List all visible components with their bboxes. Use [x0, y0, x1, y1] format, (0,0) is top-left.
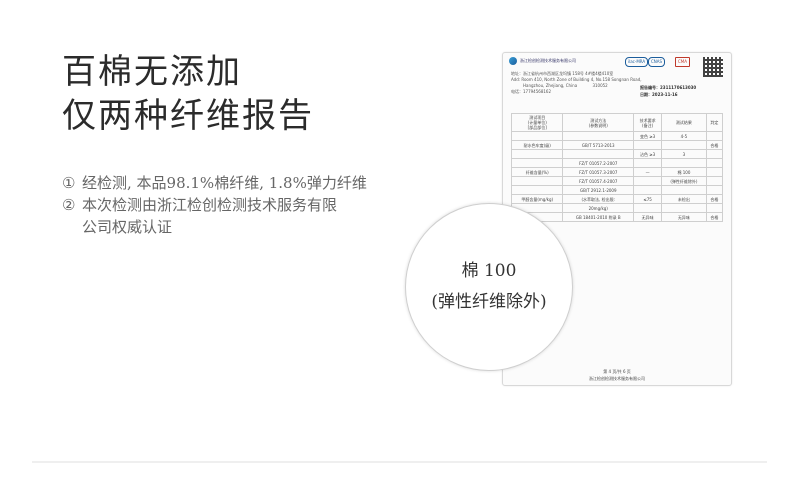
report-table-cell: 无异味: [661, 212, 707, 222]
report-table-cell: 变色 ≥3: [633, 131, 663, 141]
note-number: ②: [62, 196, 76, 214]
note-item: 公司权威认证: [62, 216, 367, 238]
report-table-cell: [705, 185, 724, 195]
report-table-cell: [633, 185, 663, 195]
report-table-cell: ≤75: [633, 194, 663, 204]
report-table-cell: [510, 149, 564, 159]
qr-code-icon: [703, 57, 723, 77]
page-title: 百棉无添加 仅两种纤维报告: [62, 50, 314, 138]
report-table-row: 甲醛含量(mg/kg) (水萃取法, 检出限: ≤75 未检出 合格: [510, 194, 724, 204]
title-line-2: 仅两种纤维报告: [62, 96, 314, 136]
bottom-divider: [32, 461, 767, 463]
cma-icon: CMA: [675, 57, 690, 67]
report-table-cell: [562, 149, 635, 159]
report-address-cn: 地址：浙江省杭州市西湖区龙坞镇 158号 4#楼4楼410室: [511, 71, 614, 76]
report-table-cell: 4-5: [661, 131, 707, 141]
report-table-row: FZ/T 01057.2-2007: [510, 158, 724, 168]
report-header-cell: 测试结果: [661, 113, 707, 132]
report-address-city: Hangzhou, Zhejiang, China: [523, 83, 578, 88]
report-table-row: 耐水色牢度(级) GB/T 5713-2013 合格: [510, 140, 724, 150]
report-table-cell: 合格: [705, 212, 724, 222]
report-table-cell: GB/T 2912.1-2009: [562, 185, 635, 195]
report-table: 测试项目 (计量单位) [部品部位] 测试方法 (参数说明) 技术要求 (备注) 测试…: [510, 113, 724, 222]
report-table-row: FZ/T 01057.4-2007 (弹性纤维除外): [510, 176, 724, 186]
report-footer-org: 浙江检创检测技术服务有限公司: [589, 376, 645, 381]
note-text: 公司权威认证: [82, 218, 173, 236]
report-table-cell: 沾色 ≥3: [633, 149, 663, 159]
report-header-cell: 技术要求 (备注): [633, 113, 663, 132]
report-table-cell: [705, 203, 724, 213]
note-number: ①: [62, 174, 76, 192]
report-table-cell: [633, 140, 663, 150]
report-table-cell: [562, 131, 635, 141]
report-table-cell: 耐水色牢度(级): [510, 140, 564, 150]
report-table-cell: FZ/T 01057.4-2007: [562, 176, 635, 186]
report-table-row: 纤维含量(%) FZ/T 01057.3-2007— 棉 100: [510, 167, 724, 177]
fiber-content-badge: 棉 100 (弹性纤维除外): [405, 203, 573, 371]
report-header-cell: 测试项目 (计量单位) [部品部位]: [510, 113, 564, 132]
report-table-cell: [661, 185, 707, 195]
report-table-cell: GB/T 5713-2013: [562, 140, 635, 150]
report-table-cell: [661, 203, 707, 213]
badge-line-1: 棉 100: [461, 261, 517, 281]
report-table-cell: FZ/T 01057.3-2007: [562, 167, 635, 177]
note-item: ② 本次检测由浙江检创检测技术服务有限: [62, 194, 367, 216]
report-table-cell: 未检出: [661, 194, 707, 204]
report-table-row: 变色 ≥3 4-5: [510, 131, 724, 141]
report-table-cell: 合格: [705, 194, 724, 204]
report-table-cell: 20mg/kg): [562, 203, 635, 213]
report-table-cell: [633, 176, 663, 186]
report-table-cell: 无异味: [633, 212, 663, 222]
report-table-row: GB 18401-2010 附录 B 无异味 无异味 合格: [510, 212, 724, 222]
report-table-cell: 3: [661, 149, 707, 159]
report-table-row: 沾色 ≥3 3: [510, 149, 724, 159]
report-table-cell: [661, 140, 707, 150]
report-table-cell: FZ/T 01057.2-2007: [562, 158, 635, 168]
report-table-row: GB/T 2912.1-2009: [510, 185, 724, 195]
report-table-cell: [661, 158, 707, 168]
ilac-mra-icon: ilac-MRA: [625, 57, 649, 67]
report-table-cell: [633, 203, 663, 213]
report-table-cell: (弹性纤维除外): [661, 176, 707, 186]
notes-list: ① 经检测, 本品98.1%棉纤维, 1.8%弹力纤维 ② 本次检测由浙江检创检…: [62, 172, 367, 238]
report-table-cell: [510, 185, 564, 195]
org-logo-icon: [509, 57, 517, 65]
title-line-1: 百棉无添加: [62, 52, 242, 92]
report-table-cell: [510, 158, 564, 168]
report-table-cell: [705, 158, 724, 168]
report-table-cell: 棉 100: [661, 167, 707, 177]
note-item: ① 经检测, 本品98.1%棉纤维, 1.8%弹力纤维: [62, 172, 367, 194]
report-table-cell: [510, 176, 564, 186]
report-table-header: 测试项目 (计量单位) [部品部位] 测试方法 (参数说明) 技术要求 (备注) 测试…: [510, 113, 724, 132]
report-org-name: 浙江检创检测技术服务有限公司: [520, 58, 576, 63]
report-footer-page: 第 4 页/共 6 页: [603, 369, 631, 374]
report-table-cell: 甲醛含量(mg/kg): [510, 194, 564, 204]
report-table-cell: [705, 149, 724, 159]
report-table-cell: —: [633, 167, 663, 177]
report-postcode: 310052: [592, 83, 608, 88]
cnas-icon: CNAS: [648, 57, 666, 67]
report-header-cell: 测试方法 (参数说明): [562, 113, 635, 132]
report-phone: 电话：17794568162: [511, 89, 551, 94]
report-table-cell: GB 18401-2010 附录 B: [562, 212, 635, 222]
report-table-cell: [633, 158, 663, 168]
report-table-cell: [705, 131, 724, 141]
report-address-en: Add: Room 410, North Zone of Building 4,…: [511, 77, 642, 82]
report-table-cell: [510, 131, 564, 141]
report-table-cell: 合格: [705, 140, 724, 150]
report-table-cell: (水萃取法, 检出限:: [562, 194, 635, 204]
report-table-row: 20mg/kg): [510, 203, 724, 213]
note-text: 经检测, 本品98.1%棉纤维, 1.8%弹力纤维: [82, 174, 367, 192]
report-header-cell: 判定: [705, 113, 724, 132]
badge-line-2: (弹性纤维除外): [431, 292, 547, 312]
note-text: 本次检测由浙江检创检测技术服务有限: [82, 196, 338, 214]
report-number: 报告编号：2311170613030: [640, 85, 697, 90]
report-table-cell: 纤维含量(%): [510, 167, 564, 177]
report-table-cell: [705, 167, 724, 177]
report-date: 日期：2023-11-16: [640, 92, 678, 97]
report-table-cell: [705, 176, 724, 186]
